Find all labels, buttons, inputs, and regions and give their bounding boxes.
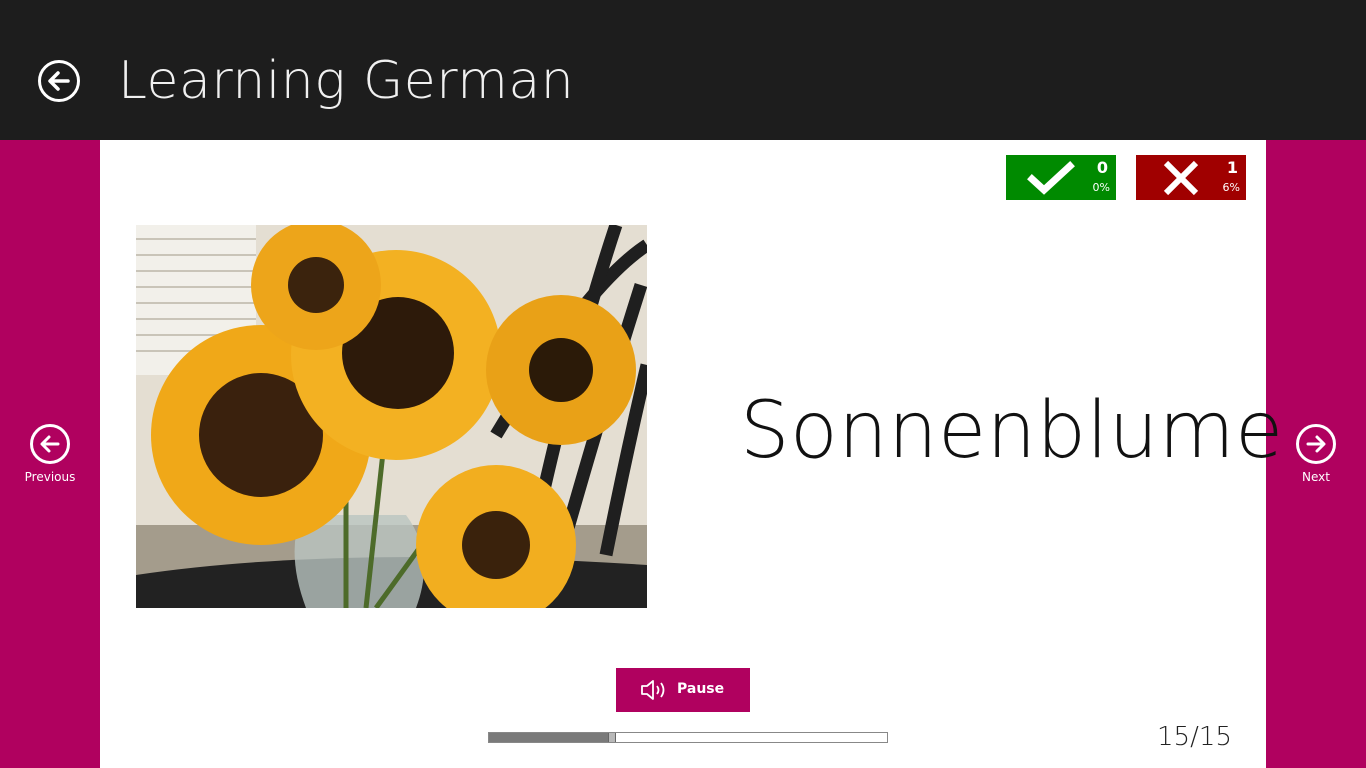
checkmark-icon — [1027, 161, 1075, 195]
progress-fill — [489, 733, 616, 742]
speaker-icon — [641, 680, 665, 700]
card-counter: 15/15 — [1157, 722, 1232, 752]
previous-button[interactable]: Previous — [0, 424, 100, 484]
pause-audio-button[interactable]: Pause — [616, 668, 750, 712]
previous-label: Previous — [24, 470, 76, 484]
progress-thumb[interactable] — [608, 733, 616, 742]
page-title: Learning German — [118, 51, 575, 111]
wrong-count: 1 — [1226, 158, 1238, 177]
correct-score-badge: 0 0% — [1006, 155, 1116, 200]
cross-icon — [1163, 160, 1199, 196]
back-arrow-icon — [48, 71, 70, 91]
flashcard-word: Sonnenblume — [740, 386, 1284, 476]
arrow-right-icon — [1296, 424, 1336, 464]
audio-progress-slider[interactable] — [488, 732, 888, 743]
flashcard-image — [136, 225, 647, 608]
back-button[interactable] — [38, 60, 80, 102]
flashcard: 0 0% 1 6% Sonnenblume Pause 15/15 — [100, 140, 1283, 768]
arrow-left-icon — [30, 424, 70, 464]
pause-label: Pause — [677, 681, 725, 697]
wrong-percent: 6% — [1222, 181, 1240, 194]
sunflower-photo — [136, 225, 647, 608]
app-header: Learning German — [0, 0, 1366, 140]
correct-count: 0 — [1096, 158, 1108, 177]
correct-percent: 0% — [1092, 181, 1110, 194]
wrong-score-badge: 1 6% — [1136, 155, 1246, 200]
